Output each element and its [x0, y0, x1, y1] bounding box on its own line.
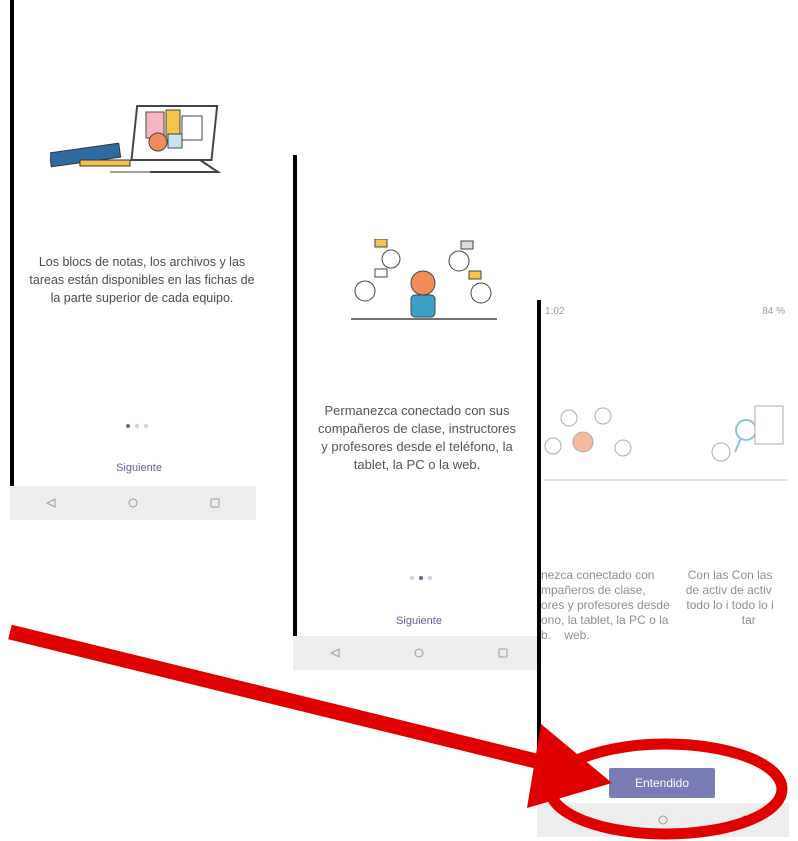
status-bar: 1:02 84 %: [537, 300, 789, 320]
ghost-line: ono, la tablet, la PC o la tar: [541, 613, 756, 627]
recents-icon[interactable]: [198, 498, 232, 508]
got-it-button[interactable]: Entendido: [609, 768, 715, 798]
onboarding-screen-1: Los blocs de notas, los archivos y las t…: [10, 0, 256, 520]
home-icon[interactable]: [402, 648, 436, 658]
transition-text: nezca conectado con Con las Con las mpañ…: [541, 568, 789, 648]
ghost-line: nezca conectado con Con las Con las: [541, 568, 773, 582]
back-icon[interactable]: [562, 815, 596, 825]
page-indicator: [126, 424, 148, 428]
android-nav-bar: [537, 803, 789, 837]
onboarding-screen-2: Permanezca conectado con sus compañeros …: [293, 155, 545, 670]
page-dot: [144, 424, 148, 428]
ghost-line: ores y profesores desde todo lo i todo l…: [541, 598, 774, 612]
home-icon[interactable]: [646, 815, 680, 825]
page-dot: [410, 576, 414, 580]
page-indicator: [410, 576, 432, 580]
classmates-illustration: [351, 239, 497, 320]
recents-icon[interactable]: [486, 648, 520, 658]
page-dot-active: [419, 576, 423, 580]
screen-edge: [10, 0, 14, 520]
back-icon[interactable]: [318, 648, 352, 658]
android-nav-bar: [10, 486, 256, 520]
recents-icon[interactable]: [730, 815, 764, 825]
status-battery: 84 %: [762, 306, 785, 317]
home-icon[interactable]: [116, 498, 150, 508]
next-button[interactable]: Siguiente: [105, 462, 173, 474]
back-icon[interactable]: [34, 498, 68, 508]
page-dot: [428, 576, 432, 580]
ghost-line: b. web.: [541, 628, 590, 642]
page-dot: [135, 424, 139, 428]
notebook-illustration: [50, 105, 222, 173]
status-time: 1:02: [545, 306, 565, 317]
next-button[interactable]: Siguiente: [385, 615, 453, 627]
android-nav-bar: [293, 636, 545, 670]
transition-illustration: [543, 405, 787, 481]
onboarding-text: Los blocs de notas, los archivos y las t…: [29, 255, 255, 305]
onboarding-screen-3: 1:02 84 % nezca conectado con Con las Co…: [537, 300, 789, 837]
screen-edge: [293, 155, 297, 670]
onboarding-text: Permanezca conectado con sus compañeros …: [318, 403, 516, 472]
page-dot-active: [126, 424, 130, 428]
ghost-line: mpañeros de clase, de activ de activ: [541, 583, 772, 597]
